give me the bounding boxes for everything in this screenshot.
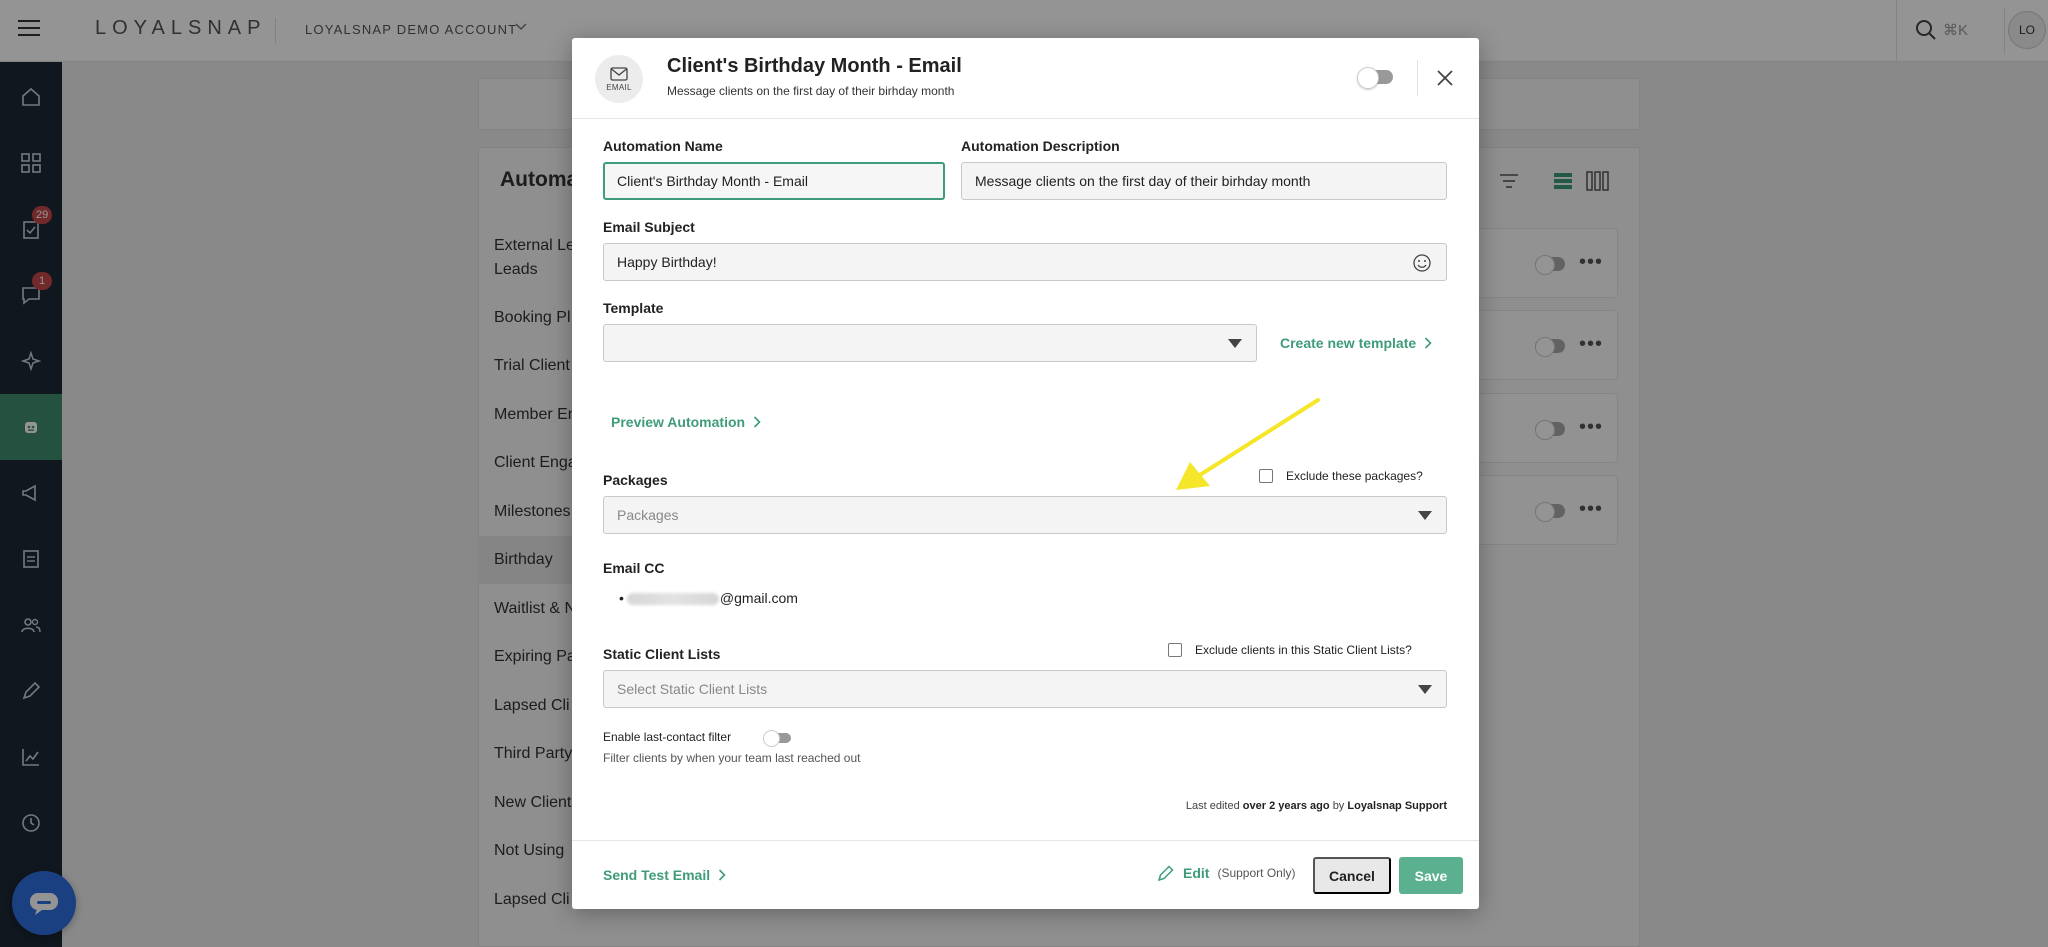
annotation-arrow bbox=[1176, 398, 1320, 490]
chevron-right-icon bbox=[753, 416, 761, 428]
create-new-template-link[interactable]: Create new template bbox=[1280, 335, 1432, 351]
email-subject-input[interactable]: Happy Birthday! bbox=[603, 243, 1447, 281]
last-contact-filter-label: Enable last-contact filter bbox=[603, 730, 732, 744]
edit-label: Edit bbox=[1183, 865, 1210, 881]
modal-footer: Send Test Email Edit (Support Only) Canc… bbox=[572, 840, 1479, 909]
save-button[interactable]: Save bbox=[1399, 857, 1463, 894]
divider bbox=[1417, 60, 1418, 96]
last-edited-info: Last edited over 2 years ago by Loyalsna… bbox=[1186, 800, 1447, 812]
send-test-email-label: Send Test Email bbox=[603, 867, 711, 883]
automation-active-toggle[interactable] bbox=[1357, 67, 1393, 89]
preview-automation-label: Preview Automation bbox=[611, 414, 746, 430]
email-cc-entry: • @gmail.com bbox=[619, 590, 798, 606]
last-edited-by: Loyalsnap Support bbox=[1347, 800, 1447, 812]
automation-description-label: Automation Description bbox=[961, 138, 1120, 154]
exclude-static-lists-label[interactable]: Exclude clients in this Static Client Li… bbox=[1195, 643, 1412, 657]
last-contact-filter-hint: Filter clients by when your team last re… bbox=[603, 751, 861, 765]
automation-name-value: Client's Birthday Month - Email bbox=[617, 173, 808, 189]
dropdown-caret-icon bbox=[1418, 511, 1432, 520]
preview-automation-link[interactable]: Preview Automation bbox=[611, 414, 761, 430]
modal-title: Client's Birthday Month - Email bbox=[667, 55, 962, 77]
email-subject-value: Happy Birthday! bbox=[617, 254, 717, 270]
automation-edit-modal: EMAIL Client's Birthday Month - Email Me… bbox=[572, 38, 1479, 909]
dropdown-caret-icon bbox=[1418, 685, 1432, 694]
email-cc-domain: @gmail.com bbox=[719, 590, 798, 606]
packages-placeholder: Packages bbox=[617, 507, 679, 523]
static-client-lists-placeholder: Select Static Client Lists bbox=[617, 681, 768, 697]
dropdown-caret-icon bbox=[1228, 339, 1242, 348]
email-badge-label: EMAIL bbox=[606, 82, 632, 92]
send-test-email-link[interactable]: Send Test Email bbox=[603, 867, 726, 883]
chevron-right-icon bbox=[1425, 337, 1432, 349]
packages-select[interactable]: Packages bbox=[603, 496, 1447, 534]
pencil-icon bbox=[1157, 865, 1174, 882]
emoji-picker-icon[interactable] bbox=[1412, 253, 1432, 273]
edit-note: (Support Only) bbox=[1217, 866, 1296, 880]
exclude-static-lists-checkbox[interactable] bbox=[1168, 643, 1182, 657]
last-contact-filter-toggle[interactable] bbox=[763, 730, 791, 747]
chevron-right-icon bbox=[719, 869, 726, 881]
edit-template-button[interactable]: Edit (Support Only) bbox=[1157, 864, 1295, 882]
automation-description-value: Message clients on the first day of thei… bbox=[975, 173, 1311, 189]
cancel-button[interactable]: Cancel bbox=[1313, 857, 1391, 894]
template-select[interactable] bbox=[603, 324, 1257, 362]
email-cc-bullet: • bbox=[619, 590, 624, 606]
email-type-badge: EMAIL bbox=[595, 55, 643, 103]
close-icon[interactable] bbox=[1435, 68, 1455, 88]
automation-name-label: Automation Name bbox=[603, 138, 723, 154]
email-subject-label: Email Subject bbox=[603, 219, 695, 235]
static-client-lists-label: Static Client Lists bbox=[603, 646, 721, 662]
last-edited-prefix: Last edited bbox=[1185, 800, 1240, 812]
static-client-lists-select[interactable]: Select Static Client Lists bbox=[603, 670, 1447, 708]
automation-name-input[interactable]: Client's Birthday Month - Email bbox=[603, 162, 945, 200]
create-new-template-label: Create new template bbox=[1280, 335, 1417, 351]
email-cc-label: Email CC bbox=[603, 560, 665, 576]
packages-label: Packages bbox=[603, 472, 668, 488]
template-label: Template bbox=[603, 300, 664, 316]
modal-header: EMAIL Client's Birthday Month - Email Me… bbox=[572, 38, 1479, 119]
automation-description-input[interactable]: Message clients on the first day of thei… bbox=[961, 162, 1447, 200]
modal-subtitle: Message clients on the first day of thei… bbox=[667, 84, 955, 98]
last-edited-time: over 2 years ago bbox=[1242, 800, 1330, 812]
last-edited-by-word: by bbox=[1332, 800, 1345, 812]
envelope-icon bbox=[610, 66, 628, 81]
redacted-email-username bbox=[626, 593, 719, 606]
